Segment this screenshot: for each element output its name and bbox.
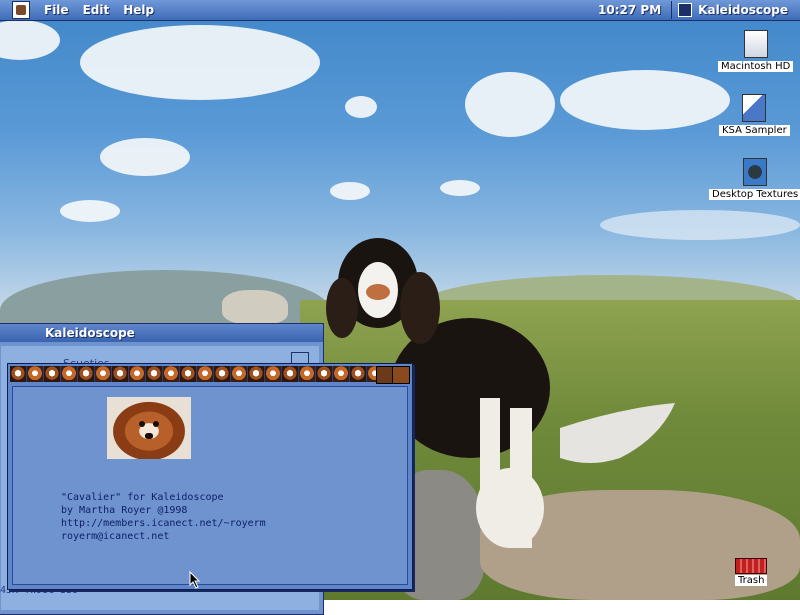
- menu-help[interactable]: Help: [123, 3, 154, 17]
- desktop-icon-ksa-sampler[interactable]: KSA Sampler: [719, 94, 790, 136]
- desktop-icon-label: Desktop Textures: [709, 189, 800, 200]
- cloud: [330, 182, 370, 200]
- dog-thumbnail-icon: [350, 366, 367, 382]
- dog-thumbnail-icon: [214, 366, 231, 382]
- dog-thumbnail-icon: [197, 366, 214, 382]
- trash-icon: [735, 558, 768, 574]
- dog-thumbnail-icon: [248, 366, 265, 382]
- cloud: [0, 20, 60, 60]
- dog-thumbnail-icon: [112, 366, 129, 382]
- application-menu[interactable]: Kaleidoscope: [672, 3, 800, 17]
- cloud: [345, 96, 377, 118]
- window-title-bar[interactable]: Kaleidoscope: [0, 324, 323, 342]
- dog-thumbnail-icon: [78, 366, 95, 382]
- dog-thumbnail-strip: [10, 366, 410, 382]
- about-content: "Cavalier" for Kaleidoscope by Martha Ro…: [12, 386, 408, 589]
- dog-thumbnail-icon: [265, 366, 282, 382]
- dog-thumbnail-icon: [231, 366, 248, 382]
- cloud: [80, 25, 320, 100]
- dog-thumbnail-icon: [146, 366, 163, 382]
- hard-disk-icon: [743, 30, 768, 58]
- dog-thumbnail-icon: [316, 366, 333, 382]
- dog-thumbnail-icon: [61, 366, 78, 382]
- application-name: Kaleidoscope: [698, 3, 788, 17]
- mouse-cursor-icon: [189, 571, 201, 589]
- rock: [222, 290, 288, 324]
- picture-folder-icon: [743, 158, 768, 186]
- desktop-icon-label: KSA Sampler: [719, 125, 790, 136]
- window-title: Kaleidoscope: [45, 326, 135, 340]
- dog-thumbnail-icon: [10, 366, 27, 382]
- desktop-icon-desktop-textures[interactable]: Desktop Textures: [709, 158, 800, 200]
- cloud: [560, 70, 730, 130]
- dog-thumbnail-icon: [129, 366, 146, 382]
- dog-thumbnail-icon: [333, 366, 350, 382]
- credits-text: "Cavalier" for Kaleidoscope by Martha Ro…: [61, 491, 266, 543]
- dog-thumbnail-icon: [180, 366, 197, 382]
- cloud: [440, 180, 480, 196]
- cloud: [60, 200, 120, 222]
- cloud: [465, 72, 555, 137]
- credit-line: http://members.icanect.net/~royerm: [61, 518, 266, 529]
- menu-bar: File Edit Help 10:27 PM Kaleidoscope: [0, 0, 800, 21]
- desktop-icon-macintosh-hd[interactable]: Macintosh HD: [718, 30, 794, 72]
- dog-thumbnail-icon: [27, 366, 44, 382]
- zoom-box-icon[interactable]: [392, 366, 410, 384]
- credit-line: "Cavalier" for Kaleidoscope: [61, 492, 224, 503]
- menubar-clock[interactable]: 10:27 PM: [598, 3, 661, 17]
- desktop-icon-label: Trash: [735, 575, 768, 586]
- dog-thumbnail-icon: [44, 366, 61, 382]
- desktop-icon-label: Macintosh HD: [718, 61, 794, 72]
- menu-file[interactable]: File: [44, 3, 69, 17]
- apple-menu-icon[interactable]: [12, 1, 30, 19]
- menu-edit[interactable]: Edit: [83, 3, 110, 17]
- credit-line: by Martha Royer @1998: [61, 505, 188, 516]
- desktop-icon-trash[interactable]: Trash: [735, 558, 768, 586]
- dog-thumbnail-icon: [282, 366, 299, 382]
- cavalier-dog-photo: [107, 397, 191, 459]
- dog-thumbnail-icon: [95, 366, 112, 382]
- folder-pen-icon: [742, 94, 767, 122]
- about-window[interactable]: "Cavalier" for Kaleidoscope by Martha Ro…: [7, 363, 413, 590]
- dog-thumbnail-icon: [163, 366, 180, 382]
- cloud: [100, 138, 190, 176]
- credit-line: royerm@icanect.net: [61, 531, 170, 542]
- application-icon: [678, 3, 693, 17]
- dog-thumbnail-icon: [299, 366, 316, 382]
